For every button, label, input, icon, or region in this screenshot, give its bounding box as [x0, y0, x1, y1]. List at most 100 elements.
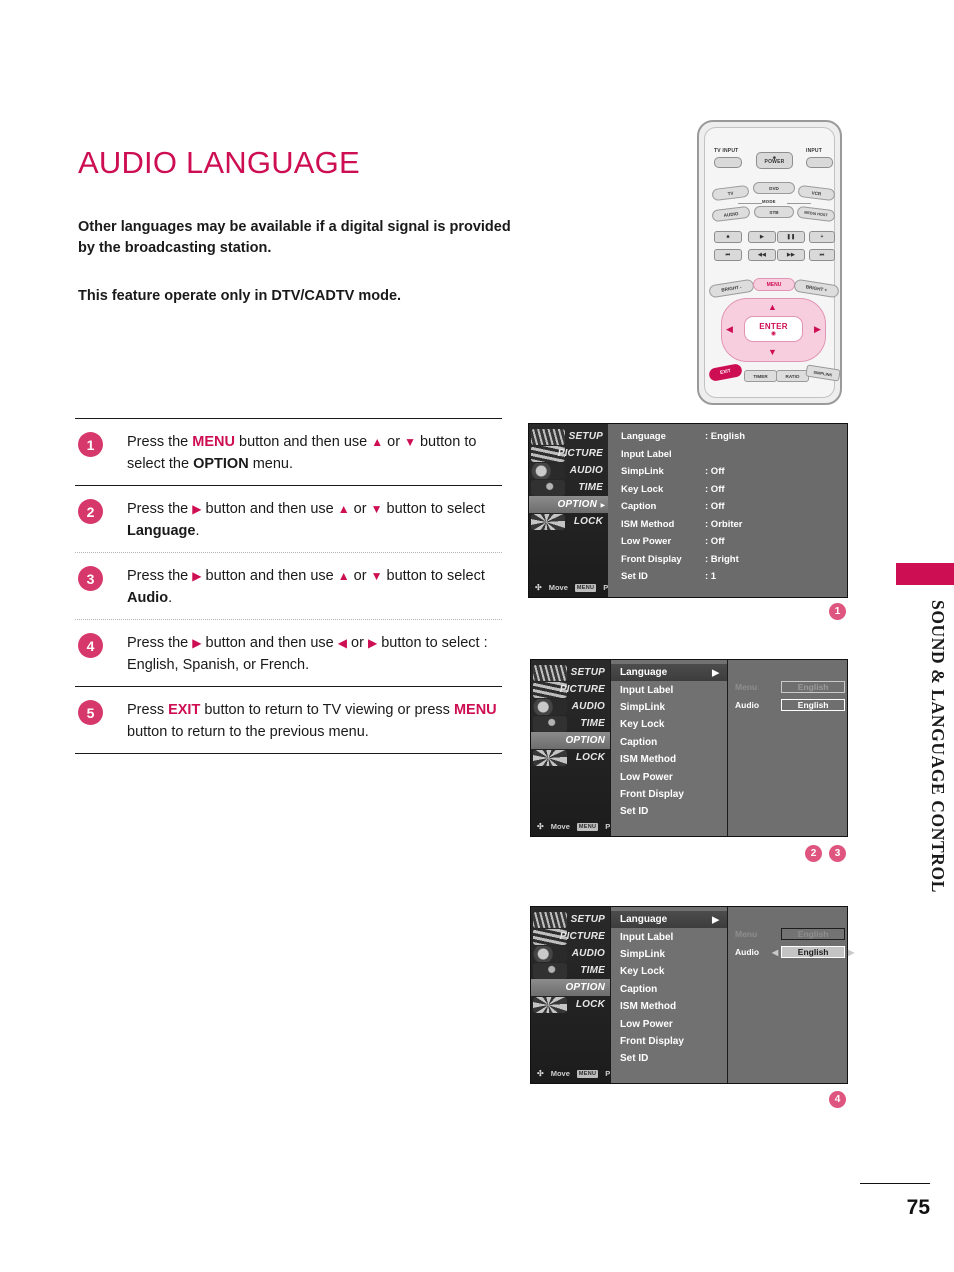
remote-input-button[interactable]	[806, 157, 833, 168]
osd1-row-simplink[interactable]: SimpLink: Off	[608, 463, 847, 481]
osd1-label-input-label: Input Label	[621, 448, 672, 460]
remote-media-host-button[interactable]: MEDIA HOST	[796, 205, 836, 223]
mode-rule-right	[787, 203, 811, 204]
osd1-row-ism-method[interactable]: ISM Method: Orbiter	[608, 516, 847, 534]
dpad-left-icon[interactable]: ◀	[726, 325, 733, 334]
remote-tv-input-label: TV INPUT	[714, 148, 739, 154]
osd1-row-low-power[interactable]: Low Power: Off	[608, 533, 847, 551]
osd2-label-key-lock: Key Lock	[620, 719, 665, 731]
osd2-row-caption[interactable]: Caption	[611, 734, 727, 751]
osd3-sidebar-items: SETUP PICTURE AUDIO TIME OPTION LOCK	[531, 907, 610, 1013]
osd2-sidebar-item-audio[interactable]: AUDIO	[531, 698, 610, 715]
osd3-row-set-id[interactable]: Set ID	[611, 1050, 727, 1067]
osd3-label-ism-method: ISM Method	[620, 1001, 677, 1013]
osd3-row-simplink[interactable]: SimpLink	[611, 946, 727, 963]
remote-menu-button[interactable]: MENU	[753, 278, 795, 291]
osd3-row-caption[interactable]: Caption	[611, 981, 727, 998]
remote-skip-back-button[interactable]: ⏮	[714, 249, 742, 261]
osd2-row-front-display[interactable]: Front Display	[611, 786, 727, 803]
chapter-tab-block	[896, 563, 954, 585]
remote-skip-forward-button[interactable]: ⏭	[809, 249, 835, 261]
osd3-row-key-lock[interactable]: Key Lock	[611, 963, 727, 980]
remote-enter-label: ENTER	[759, 321, 788, 331]
osd3-label-caption: Caption	[620, 983, 658, 995]
remote-bright-minus-button[interactable]: BRIGHT -	[708, 278, 755, 299]
osd1-sidebar-item-picture[interactable]: PICTURE	[529, 445, 608, 462]
remote-ratio-button[interactable]: RATIO	[776, 370, 809, 382]
enter-target-icon: ◉	[770, 330, 777, 337]
osd2-sidebar-item-lock[interactable]: LOCK	[531, 749, 610, 766]
osd3-sidebar-item-time[interactable]: TIME	[531, 962, 610, 979]
osd3-row-low-power[interactable]: Low Power	[611, 1015, 727, 1032]
remote-exit-button[interactable]: EXIT	[708, 362, 743, 383]
osd1-sidebar-item-setup[interactable]: SETUP	[529, 428, 608, 445]
osd3-sidebar-item-lock[interactable]: LOCK	[531, 996, 610, 1013]
osd1-sidebar-item-lock[interactable]: LOCK	[529, 513, 608, 530]
osd3-row-front-display[interactable]: Front Display	[611, 1033, 727, 1050]
osd3-sidebar-item-setup[interactable]: SETUP	[531, 911, 610, 928]
remote-tv-button[interactable]: TV	[711, 184, 750, 202]
dpad-right-icon[interactable]: ▶	[814, 325, 821, 334]
remote-play-button[interactable]: ▶	[748, 231, 776, 243]
remote-dvd-button[interactable]: DVD	[753, 182, 795, 194]
remote-timer-button[interactable]: TIMER	[744, 370, 777, 382]
osd1-row-language[interactable]: Language: English	[608, 428, 847, 446]
callout-bubble-1: 1	[829, 603, 846, 620]
osd3-row-input-label[interactable]: Input Label	[611, 928, 727, 945]
osd3-row-language[interactable]: Language ▶	[611, 911, 727, 929]
remote-audio-button[interactable]: AUDIO	[711, 205, 751, 223]
play-icon: ▶	[759, 234, 765, 240]
osd2-detail-menu-value[interactable]: English	[781, 681, 846, 693]
osd2-sidebar-item-setup[interactable]: SETUP	[531, 664, 610, 681]
osd1-row-input-label[interactable]: Input Label	[608, 446, 847, 464]
osd1-row-set-id[interactable]: Set ID: 1	[608, 568, 847, 586]
osd3-footer-menu-chip: MENU	[576, 1069, 599, 1078]
remote-control-illustration: TV INPUT ⎈ POWER INPUT TV DVD VCR MODE A…	[697, 120, 842, 405]
step-badge-4: 4	[78, 633, 103, 658]
osd1-sidebar-item-time[interactable]: TIME	[529, 479, 608, 496]
osd2-row-set-id[interactable]: Set ID	[611, 803, 727, 820]
osd2-sidebar-item-picture[interactable]: PICTURE	[531, 681, 610, 698]
osd2-row-input-label[interactable]: Input Label	[611, 681, 727, 698]
osd1-row-front-display[interactable]: Front Display: Bright	[608, 551, 847, 569]
osd2-row-low-power[interactable]: Low Power	[611, 768, 727, 785]
remote-fast-forward-button[interactable]: ▶▶	[777, 249, 805, 261]
osd3-detail-menu-label: Menu	[735, 929, 758, 939]
osd2-row-key-lock[interactable]: Key Lock	[611, 716, 727, 733]
osd1-row-caption[interactable]: Caption: Off	[608, 498, 847, 516]
osd2-row-language[interactable]: Language ▶	[611, 664, 727, 682]
remote-power-button[interactable]: ⎈ POWER	[756, 152, 793, 169]
osd3-sidebar-item-audio[interactable]: AUDIO	[531, 945, 610, 962]
left-arrow-icon[interactable]: ◀	[772, 948, 778, 957]
osd3-row-ism-method[interactable]: ISM Method	[611, 998, 727, 1015]
osd2-sidebar-item-time[interactable]: TIME	[531, 715, 610, 732]
osd3-sidebar-item-picture[interactable]: PICTURE	[531, 928, 610, 945]
osd3-sidebar-item-option[interactable]: OPTION	[531, 979, 610, 996]
osd3-detail-menu-value[interactable]: English	[781, 928, 846, 940]
osd2-detail-audio-value[interactable]: English	[781, 699, 846, 711]
osd1-main: Language: English Input Label SimpLink: …	[608, 424, 847, 597]
dpad-down-icon[interactable]: ▼	[768, 348, 777, 357]
remote-enter-button[interactable]: ENTER ◉	[744, 316, 803, 342]
remote-pause-button[interactable]: ❚❚	[777, 231, 805, 243]
remote-tv-input-button[interactable]	[714, 157, 742, 168]
dpad-up-icon[interactable]: ▲	[768, 303, 777, 312]
osd2-row-ism-method[interactable]: ISM Method	[611, 751, 727, 768]
remote-vcr-button[interactable]: VCR	[797, 184, 836, 202]
chapter-title: SOUND & LANGUAGE CONTROL	[928, 600, 948, 893]
remote-stop-button[interactable]: ■	[714, 231, 742, 243]
osd1-row-key-lock[interactable]: Key Lock: Off	[608, 481, 847, 499]
remote-plus-button[interactable]: +	[809, 231, 835, 243]
osd2-detail-menu-row: Menu ◀ English	[735, 681, 846, 693]
osd1-sidebar-item-audio[interactable]: AUDIO	[529, 462, 608, 479]
osd2-row-simplink[interactable]: SimpLink	[611, 699, 727, 716]
dpad-icon: ✣	[535, 583, 542, 592]
right-arrow-icon[interactable]: ▶	[848, 948, 854, 957]
osd1-sidebar-item-option[interactable]: OPTION	[529, 496, 608, 513]
remote-bright-plus-button[interactable]: BRIGHT +	[793, 278, 840, 299]
osd3-detail-audio-value[interactable]: English	[781, 946, 846, 958]
remote-rewind-button[interactable]: ◀◀	[748, 249, 776, 261]
remote-stb-button[interactable]: STB	[754, 206, 794, 218]
remote-simplink-button[interactable]: SIMPLINK	[805, 364, 841, 382]
osd2-sidebar-item-option[interactable]: OPTION	[531, 732, 610, 749]
